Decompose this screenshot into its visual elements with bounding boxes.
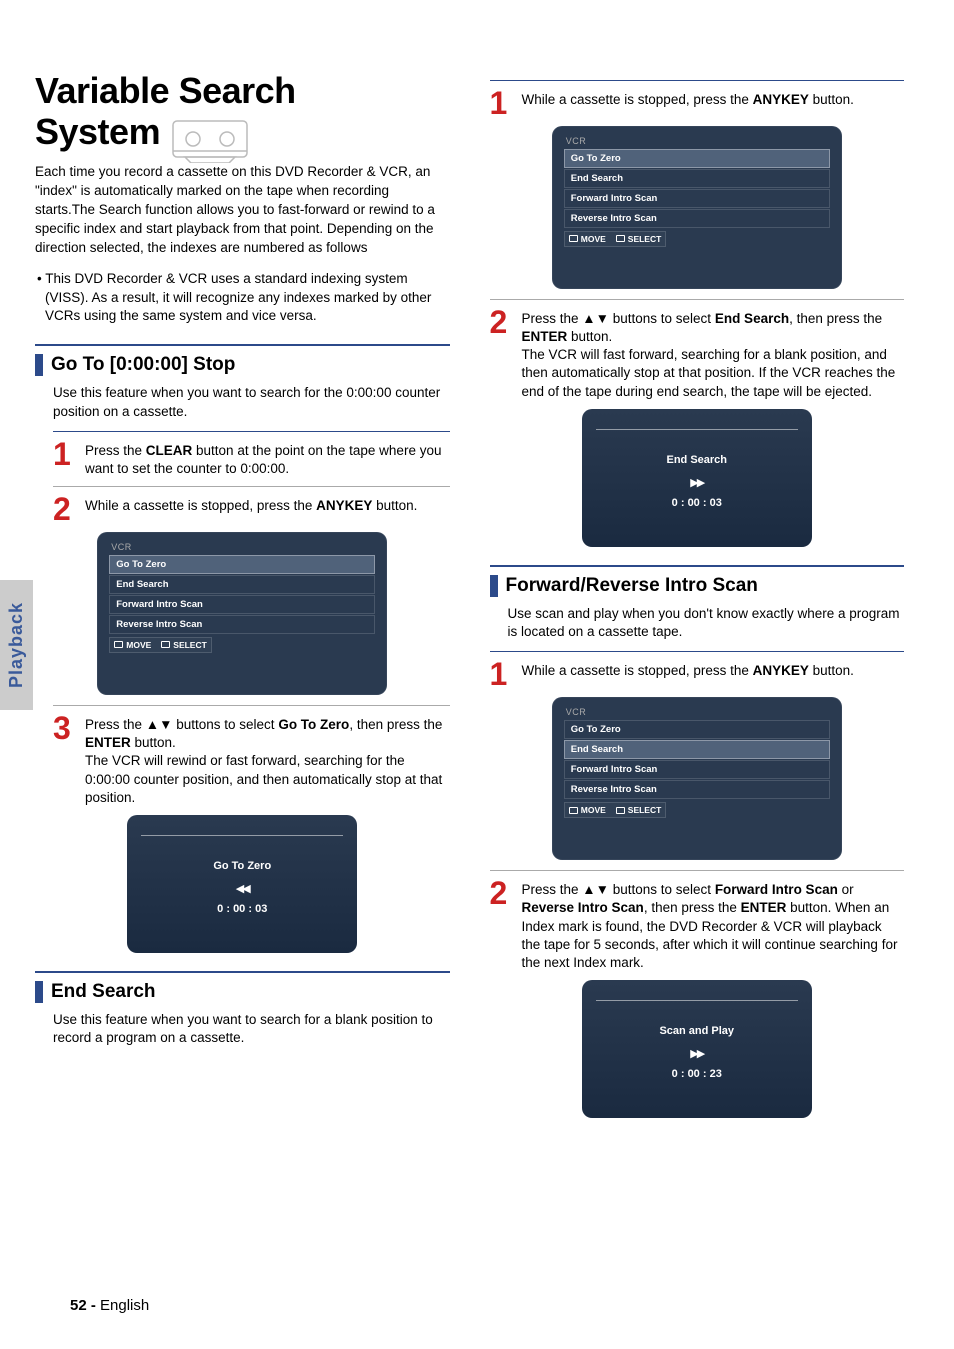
step-body: Press the ▲▼ buttons to select Forward I… [522,879,905,972]
section-head-introscan: Forward/Reverse Intro Scan [490,575,905,597]
osd-status-title: Scan and Play [596,1025,798,1037]
section-divider [35,971,450,973]
step-number: 1 [53,440,75,478]
osd-status-time: 0 : 00 : 23 [596,1068,798,1080]
step-end-1: 1 While a cassette is stopped, press the… [490,89,905,118]
step-body: While a cassette is stopped, press the A… [522,660,905,689]
section-desc-introscan: Use scan and play when you don't know ex… [508,605,905,641]
step-body: While a cassette is stopped, press the A… [522,89,905,118]
section-head-endsearch: End Search [35,981,450,1003]
osd-menu-item: Forward Intro Scan [564,189,830,208]
osd-status-scan: Scan and Play ▶▶ 0 : 00 : 23 [582,980,812,1118]
section-desc-endsearch: Use this feature when you want to search… [53,1011,450,1047]
main-title: Variable Search System [35,70,450,163]
osd-status-time: 0 : 00 : 03 [596,497,798,509]
main-title-line2: System [35,111,160,152]
osd-menu-label: VCR [111,542,375,552]
step-number: 1 [490,660,512,689]
osd-menu-item: Forward Intro Scan [564,760,830,779]
osd-menu-item: Reverse Intro Scan [564,209,830,228]
step-number: 3 [53,714,75,807]
osd-menu-item: End Search [109,575,375,594]
step-end-2: 2 Press the ▲▼ buttons to select End Sea… [490,308,905,401]
osd-menu-item: End Search [564,169,830,188]
step-scan-1: 1 While a cassette is stopped, press the… [490,660,905,689]
osd-status-goto: Go To Zero ◀◀ 0 : 00 : 03 [127,815,357,953]
step-body: Press the CLEAR button at the point on t… [85,440,450,478]
osd-menu-label: VCR [566,707,830,717]
step-divider [490,651,905,652]
forward-icon: ▶▶ [596,1047,798,1060]
step-number: 2 [490,879,512,972]
osd-menu-item: Reverse Intro Scan [564,780,830,799]
page-number: 52 - [70,1297,96,1314]
step-goto-1: 1 Press the CLEAR button at the point on… [53,440,450,478]
osd-status-title: Go To Zero [141,860,343,872]
osd-menu-label: VCR [566,136,830,146]
step-divider [53,431,450,432]
osd-menu-controls: MOVE SELECT [564,231,667,247]
section-bar-icon [490,575,498,597]
section-divider [490,565,905,567]
osd-menu-item: Forward Intro Scan [109,595,375,614]
step-number: 2 [490,308,512,401]
step-divider [53,705,450,706]
page-footer: 52 - English [70,1297,149,1314]
step-goto-2: 2 While a cassette is stopped, press the… [53,495,450,524]
osd-menu-item: Go To Zero [564,720,830,739]
rewind-icon: ◀◀ [141,882,343,895]
cassette-icon [165,117,255,163]
intro-paragraph: Each time you record a cassette on this … [35,163,450,257]
step-divider [490,80,905,81]
osd-menu-end: VCR Go To Zero End Search Forward Intro … [552,126,842,289]
step-body: Press the ▲▼ buttons to select Go To Zer… [85,714,450,807]
section-head-goto: Go To [0:00:00] Stop [35,354,450,376]
step-divider [490,299,905,300]
step-divider [53,486,450,487]
osd-menu-goto: VCR Go To Zero End Search Forward Intro … [97,532,387,695]
section-bar-icon [35,981,43,1003]
section-divider [35,344,450,346]
section-title-endsearch: End Search [51,981,156,1003]
osd-menu-controls: MOVE SELECT [564,802,667,818]
step-body: While a cassette is stopped, press the A… [85,495,450,524]
section-title-introscan: Forward/Reverse Intro Scan [506,575,758,597]
step-divider [490,870,905,871]
section-bar-icon [35,354,43,376]
osd-status-title: End Search [596,454,798,466]
section-desc-goto: Use this feature when you want to search… [53,384,450,420]
step-goto-3: 3 Press the ▲▼ buttons to select Go To Z… [53,714,450,807]
step-number: 2 [53,495,75,524]
intro-bullet: • This DVD Recorder & VCR uses a standar… [45,270,450,327]
osd-status-end: End Search ▶▶ 0 : 00 : 03 [582,409,812,547]
osd-menu-controls: MOVE SELECT [109,637,212,653]
osd-menu-item: Go To Zero [109,555,375,574]
osd-menu-item: End Search [564,740,830,759]
osd-status-time: 0 : 00 : 03 [141,903,343,915]
forward-icon: ▶▶ [596,476,798,489]
osd-menu-item: Reverse Intro Scan [109,615,375,634]
osd-menu-item: Go To Zero [564,149,830,168]
section-title-goto: Go To [0:00:00] Stop [51,354,235,376]
step-number: 1 [490,89,512,118]
side-tab-playback: Playback [0,580,33,710]
osd-menu-scan: VCR Go To Zero End Search Forward Intro … [552,697,842,860]
step-scan-2: 2 Press the ▲▼ buttons to select Forward… [490,879,905,972]
step-body: Press the ▲▼ buttons to select End Searc… [522,308,905,401]
main-title-line1: Variable Search [35,70,296,111]
page-language: English [100,1297,149,1314]
